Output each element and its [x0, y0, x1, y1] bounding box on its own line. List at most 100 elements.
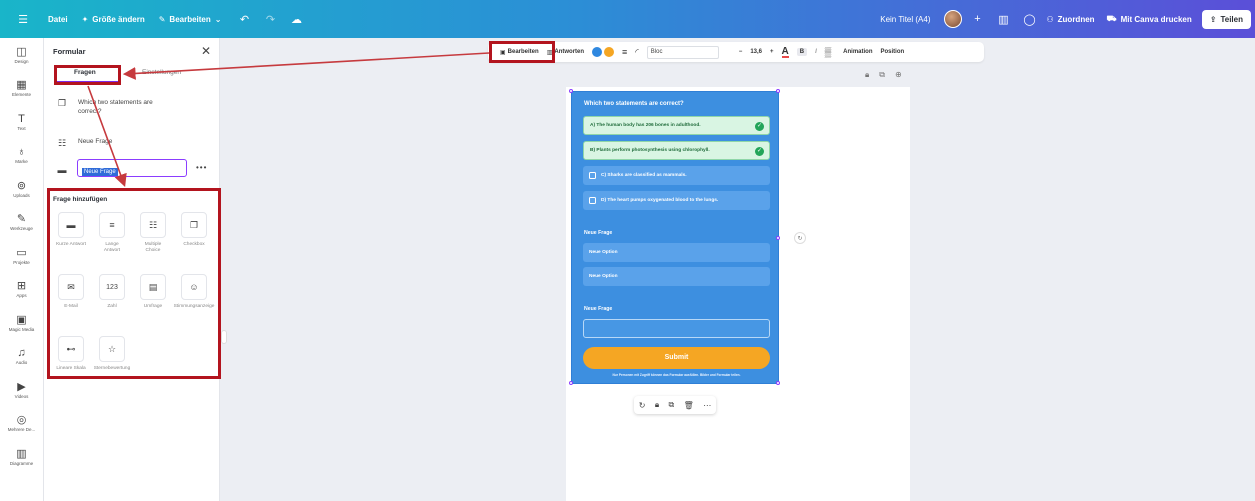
resize-handle[interactable]	[569, 381, 573, 385]
color-swatch-orange[interactable]	[604, 47, 615, 57]
option-b[interactable]: B) Plants perform photosynthesis using c…	[583, 141, 770, 160]
print-button[interactable]: ⛟ Mit Canva drucken	[1107, 14, 1192, 24]
duplicate-icon[interactable]: ⧉	[879, 70, 885, 80]
rail-item-6[interactable]: ✎ Werkzeuge	[0, 206, 43, 240]
panel-collapse-handle[interactable]	[221, 330, 227, 344]
question-item-1[interactable]: ❐ Which two statements are correct?	[56, 98, 178, 116]
refresh-icon[interactable]: ↻	[639, 401, 646, 410]
add-page-icon[interactable]: ⊕	[895, 70, 902, 80]
rail-item-11[interactable]: ▶ Videos	[0, 373, 43, 407]
font-size-increase[interactable]: +	[770, 49, 774, 55]
tab-settings[interactable]: Einstellungen	[142, 69, 181, 76]
share-button[interactable]: ⇪ Teilen	[1201, 9, 1251, 29]
resize-handle[interactable]	[569, 89, 573, 93]
option-c[interactable]: C) Sharks are classified as mammals.	[583, 166, 770, 185]
close-icon[interactable]: ✕	[201, 44, 211, 58]
truck-icon: ⛟	[1106, 14, 1117, 23]
form-element[interactable]: Which two statements are correct? A) The…	[571, 91, 779, 384]
lock-icon[interactable]: 🔒︎	[865, 70, 869, 80]
rail-item-4[interactable]: ♁ Marke	[0, 139, 43, 173]
border-style-icon[interactable]: ≡	[622, 47, 627, 57]
page-actions: 🔒︎ ⧉ ⊕	[865, 70, 902, 80]
resize-menu[interactable]: ✦ Größe ändern	[82, 15, 145, 24]
hamburger-icon[interactable]: ☰	[14, 10, 32, 28]
rail-item-label: Apps	[16, 293, 27, 299]
color-swatch-blue[interactable]	[592, 47, 603, 57]
rail-item-label: Text	[17, 125, 26, 131]
rail-item-10[interactable]: ♫ Audio	[0, 340, 43, 374]
corner-radius-icon[interactable]: ◜	[635, 47, 639, 58]
rail-item-label: Uploads	[13, 192, 30, 198]
undo-icon[interactable]: ↶	[235, 10, 253, 28]
tools-icon: ✎	[16, 213, 27, 226]
option-new-1[interactable]: Neue Option	[583, 243, 770, 262]
crown-icon: ✦	[81, 14, 89, 24]
more-options-icon[interactable]: •••	[196, 163, 207, 172]
form-section-title-2: Neue Frage	[584, 230, 613, 236]
rotate-icon[interactable]: ↻	[794, 232, 806, 244]
rail-item-label: Magic Media	[8, 326, 35, 332]
rail-item-3[interactable]: T Text	[0, 105, 43, 139]
rail-item-label: Diagramme	[9, 460, 34, 466]
edit-menu[interactable]: ✎ Bearbeiten ⌄	[159, 15, 222, 24]
rail-item-2[interactable]: ▦ Elemente	[0, 72, 43, 106]
font-size-value[interactable]: 13,6	[750, 49, 762, 55]
chart-icon: ▥	[16, 447, 27, 460]
resize-handle[interactable]	[776, 381, 780, 385]
question-item-2[interactable]: ☷ Neue Frage	[56, 138, 112, 149]
rail-item-label: Marke	[15, 159, 28, 165]
assign-button[interactable]: ⚇ Zuordnen	[1046, 15, 1094, 24]
highlight-edit-button	[489, 41, 555, 63]
italic-button[interactable]: I	[815, 49, 817, 55]
checkbox-question-icon: ❐	[57, 98, 67, 108]
file-menu[interactable]: Datei	[48, 15, 68, 24]
rail-item-label: Audio	[15, 360, 28, 366]
checkbox-icon	[589, 172, 596, 179]
avatar[interactable]	[944, 10, 963, 28]
layout-icon: ◫	[16, 45, 27, 58]
rail-item-7[interactable]: ▭ Projekte	[0, 239, 43, 273]
option-a[interactable]: A) The human body has 206 bones in adult…	[583, 116, 770, 135]
bold-button[interactable]: B	[796, 48, 808, 56]
rail-item-8[interactable]: ⊞ Apps	[0, 273, 43, 307]
rail-item-12[interactable]: ◎ Mehrere De...	[0, 407, 43, 441]
rail-item-1[interactable]: ◫ Design	[0, 38, 43, 72]
submit-button[interactable]: Submit	[583, 347, 770, 369]
resize-handle[interactable]	[776, 236, 780, 240]
analytics-icon[interactable]: ▥	[994, 10, 1012, 28]
font-family-input[interactable]: Bloc	[646, 45, 719, 59]
cloud-icon[interactable]: ☁	[287, 10, 305, 28]
comment-icon[interactable]: ◯	[1020, 10, 1038, 28]
rail-item-9[interactable]: ▣ Magic Media	[0, 306, 43, 340]
question-title-input[interactable]: Neue Frage	[77, 159, 187, 177]
duplicate-icon[interactable]: ⧉	[669, 400, 675, 410]
form-section-title-3: Neue Frage	[584, 306, 613, 312]
trash-icon[interactable]: 🗑︎	[684, 401, 694, 410]
plus-icon[interactable]: +	[968, 10, 986, 28]
redo-icon[interactable]: ↷	[261, 10, 279, 28]
lock-icon[interactable]: 🔒︎	[655, 400, 659, 410]
rail-item-5[interactable]: ⊚ Uploads	[0, 172, 43, 206]
short-answer-field[interactable]	[583, 319, 770, 338]
elements-icon: ▦	[16, 79, 27, 92]
upload-icon: ⊚	[16, 179, 27, 192]
check-icon: ✓	[755, 122, 764, 131]
document-title[interactable]: Kein Titel (A4)	[880, 15, 930, 24]
question-item-3-icon: ▬	[56, 165, 68, 175]
font-size-decrease[interactable]: −	[739, 49, 743, 55]
text-color-icon[interactable]: A	[781, 46, 789, 58]
transparency-icon[interactable]: ▒	[825, 47, 831, 57]
more-icon[interactable]: ⋯	[703, 401, 711, 410]
animation-button[interactable]: Animation	[843, 49, 872, 55]
rail-item-label: Projekte	[13, 259, 30, 265]
panel-title: Formular	[53, 47, 86, 56]
position-button[interactable]: Position	[881, 49, 905, 55]
brand-icon: ♁	[17, 146, 26, 159]
list-icon: ☷	[57, 138, 67, 148]
rail-item-13[interactable]: ▥ Diagramme	[0, 440, 43, 474]
rail-item-label: Mehrere De...	[7, 427, 36, 433]
option-new-2[interactable]: Neue Option	[583, 267, 770, 286]
resize-handle[interactable]	[776, 89, 780, 93]
context-toolbar: ▣ Bearbeiten ▥ Antworten ≡ ◜ Bloc − 13,6 +…	[488, 42, 984, 62]
option-d[interactable]: D) The heart pumps oxygenated blood to t…	[583, 191, 770, 210]
